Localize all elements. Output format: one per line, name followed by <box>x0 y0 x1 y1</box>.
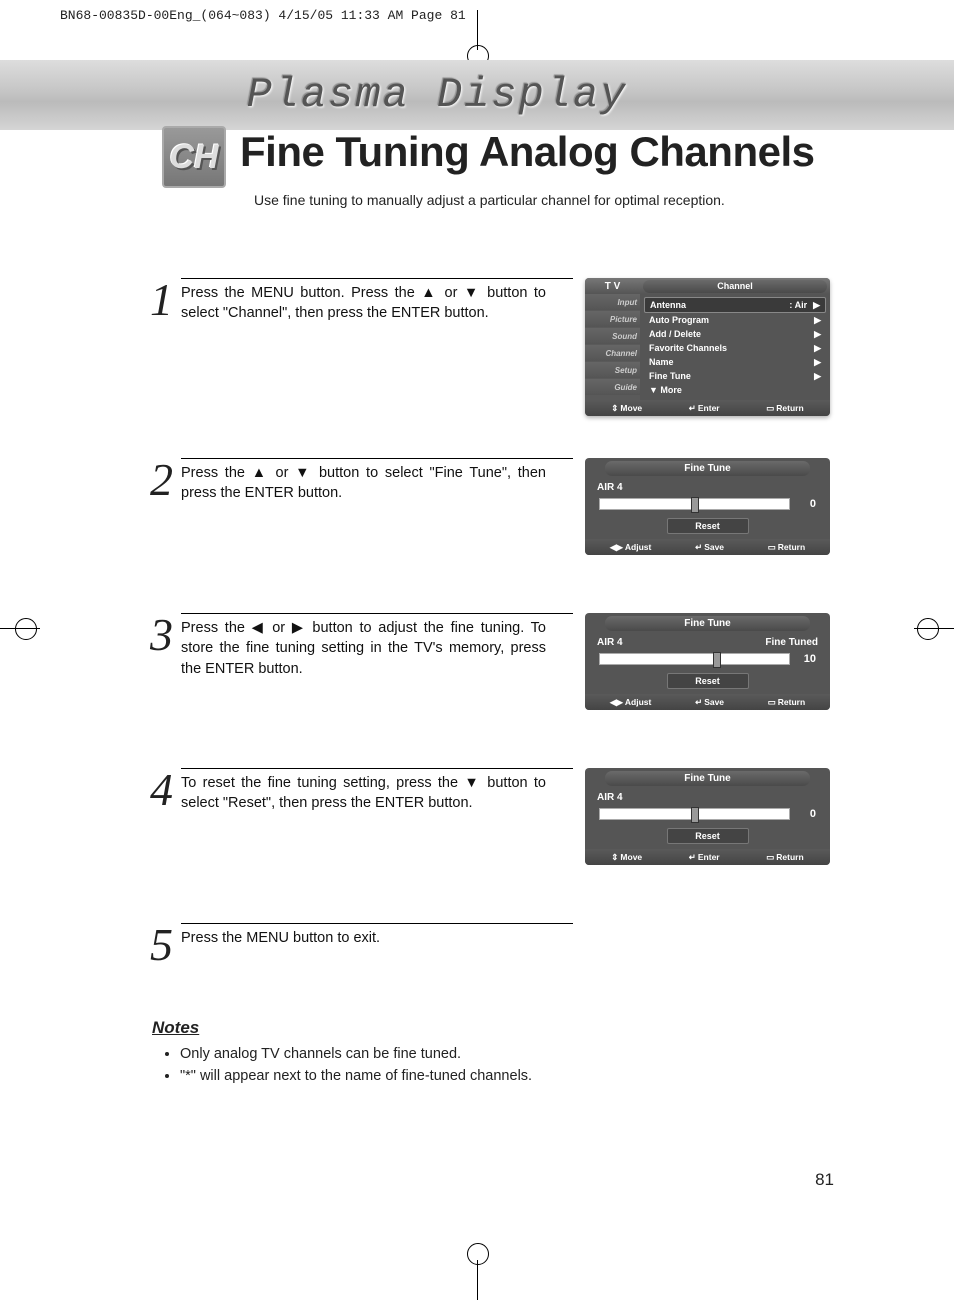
osd-header-channel: Channel <box>643 280 827 293</box>
osd-footer-hint: ▭ Return <box>768 697 805 708</box>
ft-channel: AIR 4 <box>597 792 623 803</box>
osd-footer-hint: ▭ Return <box>768 542 805 553</box>
osd-tab: Sound <box>585 328 640 344</box>
osd-footer-hint: ▭ Return <box>766 403 803 414</box>
osd-footer: ◀▶ Adjust ↵ Save ▭ Return <box>585 539 830 555</box>
step-number: 5 <box>150 927 173 964</box>
osd-menu-item: Name▶ <box>644 355 826 369</box>
banner-title: Plasma Display <box>247 71 628 119</box>
page-number: 81 <box>815 1170 834 1190</box>
step-number: 3 <box>150 617 173 654</box>
osd-footer-hint: ↵ Save <box>695 542 724 553</box>
page: BN68-00835D-00Eng_(064~083) 4/15/05 11:3… <box>0 0 954 1310</box>
print-header: BN68-00835D-00Eng_(064~083) 4/15/05 11:3… <box>60 8 466 23</box>
step-4: 4 To reset the fine tuning setting, pres… <box>150 768 830 903</box>
ch-badge-icon: CH <box>162 126 226 188</box>
osd-menu-list: Antenna: Air▶Auto Program▶Add / Delete▶F… <box>640 294 830 400</box>
osd-fine-tune-1: Fine Tune AIR 4 Fine Tuned 10 Reset ◀▶ Adjust… <box>585 613 830 710</box>
osd-tab: Channel <box>585 345 640 361</box>
page-title: Fine Tuning Analog Channels <box>240 128 814 176</box>
ft-value: 0 <box>796 808 816 820</box>
step-text: Press the ▲ or ▼ button to select "Fine … <box>181 463 546 504</box>
steps-container: 1 Press the MENU button. Press the ▲ or … <box>150 278 830 984</box>
step-text: Press the MENU button. Press the ▲ or ▼ … <box>181 283 546 324</box>
osd-menu-item: ▼ More <box>644 383 826 397</box>
osd-footer: ◀▶ Adjust ↵ Save ▭ Return <box>585 694 830 710</box>
osd-menu-item: Auto Program▶ <box>644 313 826 327</box>
osd-footer-hint: ↵ Enter <box>689 852 720 863</box>
osd-tab: Setup <box>585 362 640 378</box>
ft-title: Fine Tune <box>605 616 810 631</box>
osd-footer-hint: ↵ Enter <box>689 403 720 414</box>
step-1: 1 Press the MENU button. Press the ▲ or … <box>150 278 830 438</box>
ft-channel: AIR 4 <box>597 637 623 648</box>
osd-tabs: InputPictureSoundChannelSetupGuide <box>585 294 640 400</box>
step-2: 2 Press the ▲ or ▼ button to select "Fin… <box>150 458 830 593</box>
step-5: 5 Press the MENU button to exit. <box>150 923 830 964</box>
banner: Plasma Display <box>0 60 954 130</box>
crop-mark-icon <box>477 10 478 50</box>
ft-title: Fine Tune <box>605 771 810 786</box>
step-number: 4 <box>150 772 173 809</box>
osd-footer-hint: ◀▶ Adjust <box>610 542 652 553</box>
note-item: Only analog TV channels can be fine tune… <box>180 1044 832 1064</box>
notes-section: Notes Only analog TV channels can be fin… <box>152 1018 832 1089</box>
osd-header-tv: T V <box>585 281 640 292</box>
osd-tab: Picture <box>585 311 640 327</box>
osd-fine-tune-2: Fine Tune AIR 4 0 Reset ⇕ Move ↵ Enter ▭ Retur… <box>585 768 830 865</box>
ft-slider-thumb-icon <box>691 807 699 823</box>
osd-menu-item: Add / Delete▶ <box>644 327 826 341</box>
osd-footer-hint: ◀▶ Adjust <box>610 697 652 708</box>
ft-slider-thumb-icon <box>713 652 721 668</box>
notes-heading: Notes <box>152 1018 832 1038</box>
osd-menu-item: Favorite Channels▶ <box>644 341 826 355</box>
ft-value: 0 <box>796 498 816 510</box>
osd-menu-item: Antenna: Air▶ <box>644 297 826 313</box>
crop-mark-icon <box>914 628 954 629</box>
ft-reset-button: Reset <box>667 673 749 689</box>
osd-tab: Input <box>585 294 640 310</box>
ft-value: 10 <box>796 653 816 665</box>
note-item: "*" will appear next to the name of fine… <box>180 1066 832 1086</box>
step-text: Press the MENU button to exit. <box>181 928 546 948</box>
ft-status: Fine Tuned <box>765 637 818 648</box>
ft-channel: AIR 4 <box>597 482 623 493</box>
osd-footer-hint: ⇕ Move <box>611 852 642 863</box>
crop-mark-icon <box>477 1260 478 1300</box>
ft-reset-button: Reset <box>667 828 749 844</box>
osd-footer: ⇕ Move ↵ Enter ▭ Return <box>585 400 830 416</box>
step-text: To reset the fine tuning setting, press … <box>181 773 546 814</box>
osd-menu-item: Fine Tune▶ <box>644 369 826 383</box>
step-number: 1 <box>150 282 173 319</box>
ft-title: Fine Tune <box>605 461 810 476</box>
ft-slider-thumb-icon <box>691 497 699 513</box>
osd-footer-hint: ⇕ Move <box>611 403 642 414</box>
osd-footer: ⇕ Move ↵ Enter ▭ Return <box>585 849 830 865</box>
ft-slider <box>599 808 790 820</box>
osd-channel-menu: T V Channel InputPictureSoundChannelSetu… <box>585 278 830 416</box>
ft-reset-button: Reset <box>667 518 749 534</box>
osd-fine-tune-0: Fine Tune AIR 4 0 Reset ◀▶ Adjust ↵ Save ▭ Ret… <box>585 458 830 555</box>
osd-tab: Guide <box>585 379 640 395</box>
osd-footer-hint: ▭ Return <box>766 852 803 863</box>
crop-mark-icon <box>0 628 40 629</box>
ft-slider <box>599 498 790 510</box>
osd-footer-hint: ↵ Save <box>695 697 724 708</box>
step-text: Press the ◀ or ▶ button to adjust the fi… <box>181 618 546 679</box>
step-3: 3 Press the ◀ or ▶ button to adjust the … <box>150 613 830 748</box>
notes-list: Only analog TV channels can be fine tune… <box>152 1044 832 1087</box>
step-number: 2 <box>150 462 173 499</box>
page-subtitle: Use fine tuning to manually adjust a par… <box>254 192 725 208</box>
ft-slider <box>599 653 790 665</box>
